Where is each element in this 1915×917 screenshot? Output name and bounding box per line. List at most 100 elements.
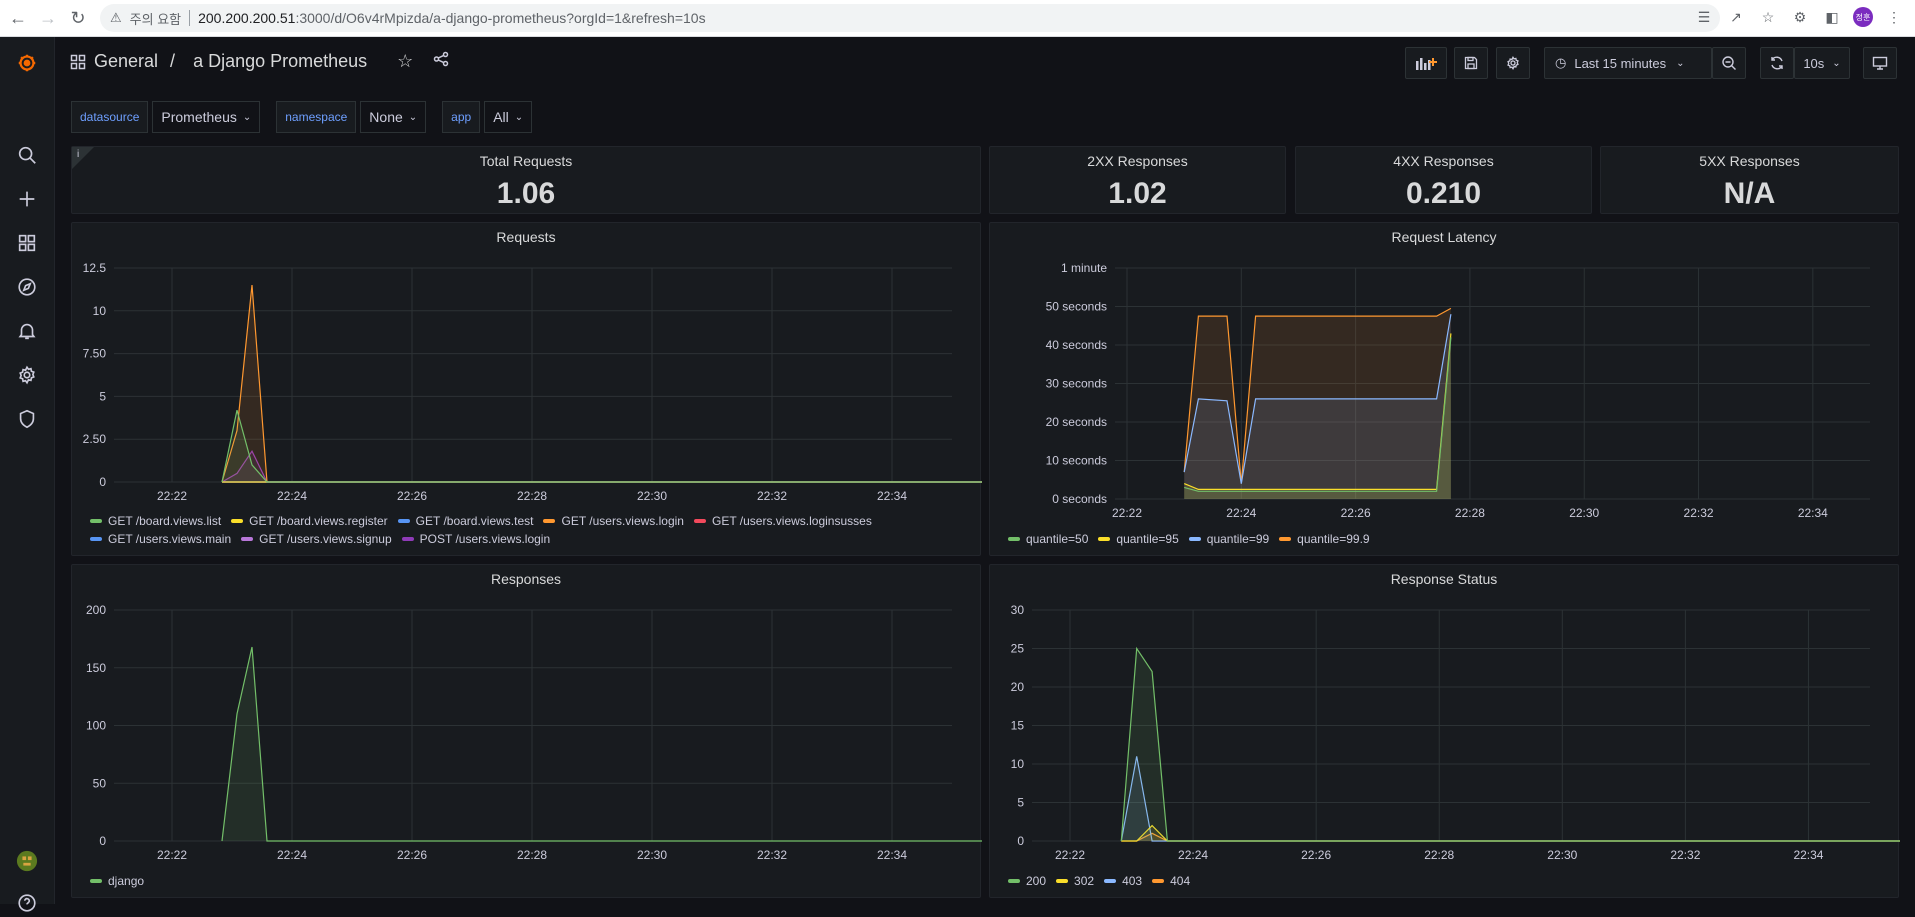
x-tick-label: 22:22	[157, 489, 187, 503]
address-bar[interactable]: ⚠ 주의 요함 200.200.200.51 :3000/d/O6v4rMpiz…	[100, 4, 1720, 32]
chart-legend: django	[90, 872, 970, 890]
legend-item[interactable]: GET /board.views.register	[231, 512, 388, 530]
variable-select-app[interactable]: All ⌄	[484, 101, 533, 133]
variable-label-namespace: namespace	[276, 101, 357, 133]
tv-mode-button[interactable]	[1863, 47, 1897, 79]
series-fill	[222, 647, 982, 841]
legend-item[interactable]: GET /users.views.loginsusses	[693, 512, 872, 530]
url-host: 200.200.200.51	[198, 10, 296, 26]
variable-select-namespace[interactable]: None ⌄	[360, 101, 427, 133]
explore-compass-icon[interactable]	[13, 273, 41, 301]
time-range-picker[interactable]: ◷ Last 15 minutes ⌄	[1544, 47, 1712, 79]
chart-grid: 0 seconds 10 seconds 20 seconds 30 seconds 4…	[1046, 261, 1870, 520]
series-line	[221, 285, 982, 483]
graph-panel-responses[interactable]: Responses 0 50 100 150 200 22:22 22:24 22:26 22:…	[71, 564, 982, 898]
legend-swatch	[543, 519, 556, 523]
legend-item[interactable]: POST /users.views.login	[401, 530, 551, 548]
time-range-label: Last 15 minutes	[1574, 55, 1667, 71]
legend-item[interactable]: 200	[1008, 872, 1046, 890]
translate-icon[interactable]: ☰	[1693, 6, 1715, 28]
legend-item[interactable]: 302	[1056, 872, 1094, 890]
panel-title: 2XX Responses	[1087, 153, 1188, 169]
graph-panel-response-status[interactable]: Response Status 0 5 10 15 20 25 30 22:22 22:24 22…	[989, 564, 1900, 898]
template-variables: datasource Prometheus ⌄ namespace None ⌄…	[71, 101, 548, 133]
stat-panel-total-requests[interactable]: i Total Requests 1.06	[71, 146, 981, 214]
zoom-out-button[interactable]	[1712, 47, 1746, 79]
legend-item[interactable]: GET /users.views.signup	[241, 530, 392, 548]
y-tick-label: 15	[1011, 719, 1025, 733]
legend-item[interactable]: quantile=99.9	[1279, 530, 1370, 548]
x-tick-label: 22:24	[1178, 848, 1208, 862]
alerting-bell-icon[interactable]	[13, 317, 41, 345]
legend-label: POST /users.views.login	[419, 532, 551, 546]
legend-label: GET /users.views.login	[561, 514, 684, 528]
legend-item[interactable]: 404	[1152, 872, 1190, 890]
legend-swatch	[1008, 537, 1020, 541]
share-icon[interactable]	[433, 51, 449, 72]
stat-panel-2xx[interactable]: 2XX Responses 1.02	[989, 146, 1286, 214]
legend-item[interactable]: quantile=95	[1098, 530, 1179, 548]
legend-item[interactable]: GET /board.views.test	[397, 512, 533, 530]
y-tick-label: 0	[1017, 834, 1024, 848]
help-icon[interactable]	[13, 889, 41, 917]
plus-icon[interactable]	[13, 185, 41, 213]
stat-panel-4xx[interactable]: 4XX Responses 0.210	[1295, 146, 1592, 214]
folder-link[interactable]: General	[94, 51, 158, 72]
y-tick-label: 0	[99, 834, 106, 848]
x-tick-label: 22:28	[1455, 506, 1485, 520]
refresh-button[interactable]	[1760, 47, 1794, 79]
dashboards-icon[interactable]	[13, 229, 41, 257]
menu-kebab-icon[interactable]: ⋮	[1883, 6, 1905, 28]
share-icon[interactable]: ↗	[1725, 6, 1747, 28]
x-tick-label: 22:32	[1670, 848, 1700, 862]
browser-actions: ☰ ↗ ☆ ⚙ ◧ 정훈 ⋮	[1693, 6, 1905, 28]
back-icon[interactable]: ←	[4, 4, 32, 32]
legend-item[interactable]: django	[90, 872, 144, 890]
graph-panel-requests[interactable]: Requests 0 2.50 5 7.50 10 12.5 22:22 22:24 22:26…	[71, 222, 982, 556]
sidepanel-icon[interactable]: ◧	[1821, 6, 1843, 28]
server-admin-shield-icon[interactable]	[13, 405, 41, 433]
save-dashboard-button[interactable]	[1454, 47, 1488, 79]
profile-avatar[interactable]: 정훈	[1853, 7, 1873, 27]
y-tick-label: 5	[1017, 796, 1024, 810]
series-line	[1121, 832, 1900, 842]
legend-item[interactable]: 403	[1104, 872, 1142, 890]
clock-icon: ◷	[1555, 55, 1567, 70]
series-line	[221, 409, 982, 483]
x-tick-label: 22:32	[757, 489, 787, 503]
chart-legend: quantile=50 quantile=95 quantile=99 quantil…	[1008, 530, 1888, 548]
dashboard-title[interactable]: a Django Prometheus	[193, 51, 367, 72]
stat-value: 1.06	[496, 177, 556, 210]
grafana-sidebar	[0, 37, 55, 912]
reload-icon[interactable]: ↻	[64, 4, 92, 32]
chevron-down-icon: ⌄	[1676, 57, 1685, 69]
variable-select-datasource[interactable]: Prometheus ⌄	[152, 101, 261, 133]
search-icon[interactable]	[13, 141, 41, 169]
legend-label: GET /users.views.signup	[259, 532, 392, 546]
legend-swatch	[231, 519, 244, 523]
forward-icon[interactable]: →	[34, 4, 62, 32]
dashboard-settings-button[interactable]	[1496, 47, 1530, 79]
legend-item[interactable]: quantile=50	[1008, 530, 1088, 548]
add-panel-button[interactable]	[1405, 47, 1447, 79]
y-tick-label: 10	[1011, 757, 1025, 771]
y-tick-label: 10 seconds	[1046, 454, 1107, 468]
legend-item[interactable]: GET /board.views.list	[90, 512, 221, 530]
configuration-gear-icon[interactable]	[13, 361, 41, 389]
panel-title: 5XX Responses	[1699, 153, 1800, 169]
star-icon[interactable]: ☆	[397, 51, 413, 72]
chevron-down-icon: ⌄	[514, 111, 524, 123]
user-avatar[interactable]	[13, 847, 41, 875]
extensions-icon[interactable]: ⚙	[1789, 6, 1811, 28]
legend-item[interactable]: GET /users.views.main	[90, 530, 231, 548]
grafana-logo-icon[interactable]	[13, 49, 41, 77]
refresh-interval-picker[interactable]: 10s ⌄	[1794, 47, 1850, 79]
legend-item[interactable]: quantile=99	[1188, 530, 1269, 548]
x-tick-label: 22:30	[637, 848, 667, 862]
chart-grid: 0 50 100 150 200 22:22 22:24 22:26 22:28 22:30 22:…	[86, 603, 952, 862]
bookmark-star-icon[interactable]: ☆	[1757, 6, 1779, 28]
y-tick-label: 1 minute	[1061, 261, 1107, 275]
stat-panel-5xx[interactable]: 5XX Responses N/A	[1600, 146, 1899, 214]
graph-panel-request-latency[interactable]: Request Latency 0 seconds 10 seconds 20 se…	[989, 222, 1899, 556]
legend-item[interactable]: GET /users.views.login	[543, 512, 684, 530]
